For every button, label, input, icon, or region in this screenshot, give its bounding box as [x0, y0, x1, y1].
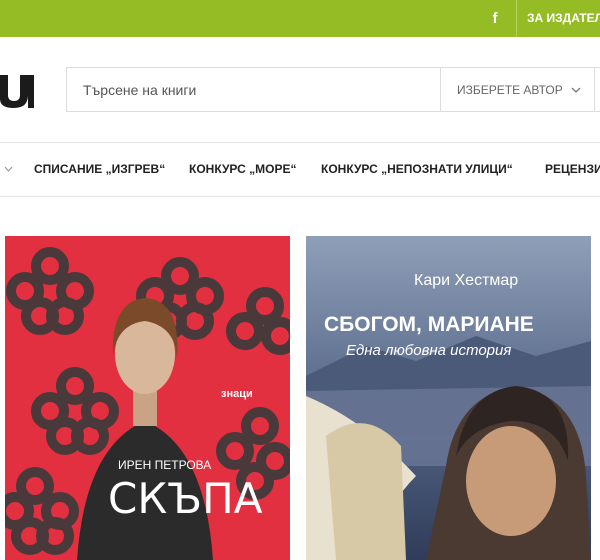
- logo-mark: [0, 75, 34, 108]
- book-publisher: знаци: [221, 388, 253, 400]
- site-logo[interactable]: [0, 71, 36, 109]
- author-select-label: ИЗБЕРЕТЕ АВТОР: [457, 82, 563, 97]
- book-author: ИРЕН ПЕТРОВА: [118, 458, 212, 472]
- search-bar: ИЗБЕРЕТЕ АВТОР: [66, 67, 600, 112]
- chevron-down-icon: [571, 87, 581, 93]
- facebook-icon[interactable]: f: [484, 0, 506, 37]
- book-title: СБОГОМ, МАРИАНЕ: [324, 313, 534, 336]
- book-author: Кари Хестмар: [414, 272, 519, 289]
- book-subtitle: Една любовна история: [346, 342, 512, 359]
- chevron-down-icon: [4, 166, 13, 172]
- book-cover[interactable]: Кари Хестмар СБОГОМ, МАРИАНЕ Една любовн…: [306, 236, 591, 560]
- top-bar: f ЗА ИЗДАТЕЛ: [0, 0, 600, 37]
- nav-divider: [0, 196, 600, 197]
- main-nav: СПИСАНИЕ „ИЗГРЕВ“ КОНКУРС „МОРЕ“ КОНКУРС…: [0, 143, 600, 196]
- nav-item-contest-sea[interactable]: КОНКУРС „МОРЕ“: [189, 143, 296, 196]
- nav-item-contest-streets[interactable]: КОНКУРС „НЕПОЗНАТИ УЛИЦИ“: [321, 143, 513, 196]
- top-bar-divider: [516, 0, 517, 37]
- nav-item-izgrev[interactable]: СПИСАНИЕ „ИЗГРЕВ“: [34, 143, 165, 196]
- for-publishers-link[interactable]: ЗА ИЗДАТЕЛ: [527, 0, 600, 37]
- book-cover[interactable]: знаци ИРЕН ПЕТРОВА СКЪПА: [5, 236, 290, 560]
- author-select[interactable]: ИЗБЕРЕТЕ АВТОР: [440, 68, 595, 111]
- search-input[interactable]: [67, 68, 439, 111]
- nav-item-reviews[interactable]: РЕЦЕНЗИ: [545, 143, 600, 196]
- book-title: СКЪПА: [108, 474, 263, 523]
